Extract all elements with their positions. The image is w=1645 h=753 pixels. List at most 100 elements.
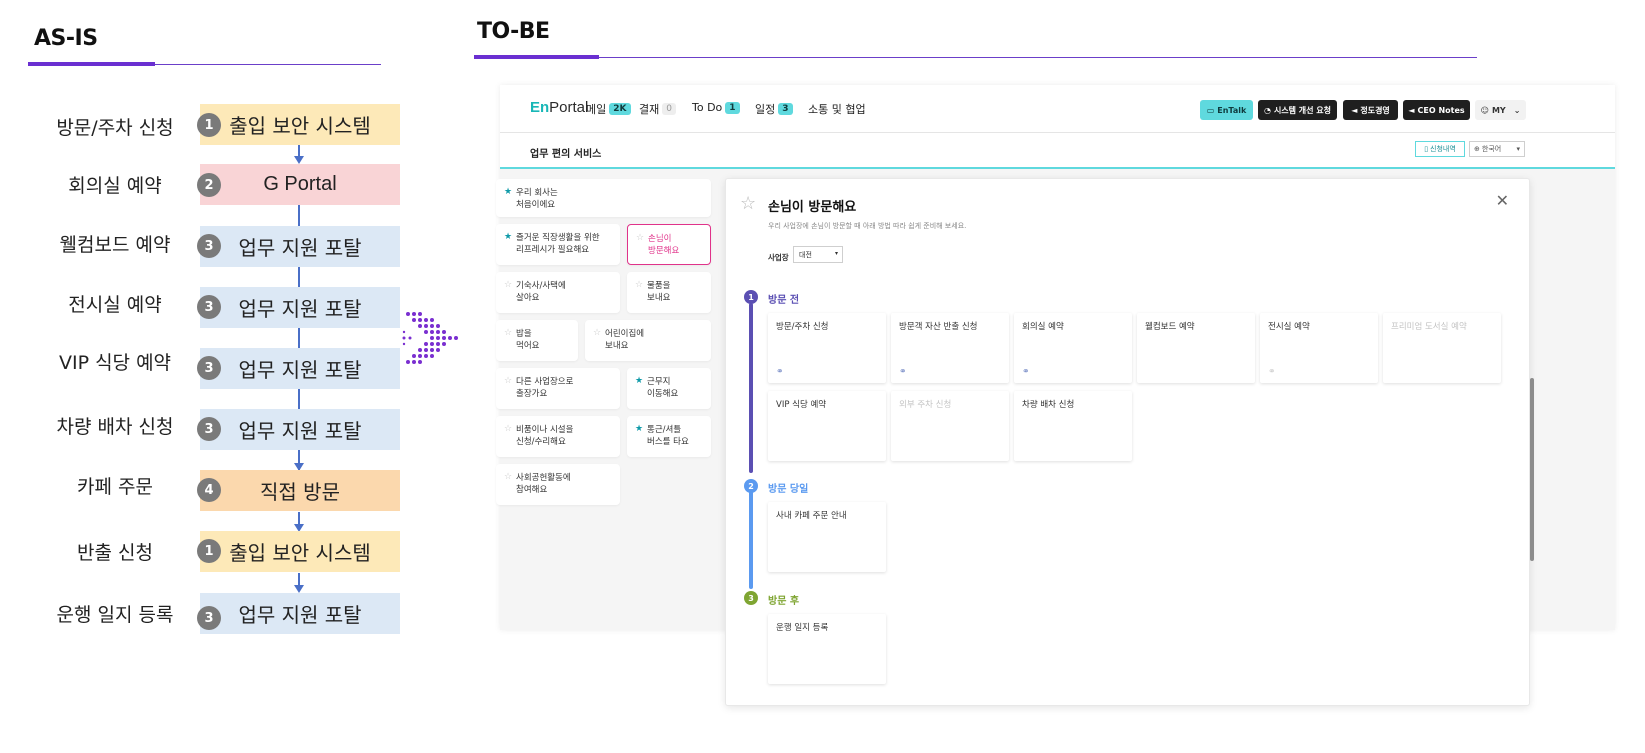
as-is-label: 웰컴보드 예약 (59, 234, 171, 256)
step-progress-line (749, 489, 753, 589)
step-number: 1 (744, 290, 758, 304)
service-tile[interactable]: 운행 일지 등록 (768, 614, 886, 684)
as-is-underline-accent (28, 62, 155, 66)
nav-todo[interactable]: To Do 1 (692, 101, 740, 114)
panel-description: 우리 사업장에 손님이 방문할 때 아래 방법 따라 쉽게 준비해 보세요. (768, 222, 967, 230)
as-is-label: VIP 식당 예약 (58, 352, 172, 374)
as-is-number-badge: 3 (197, 234, 221, 258)
service-card[interactable]: ☆ 밥을 먹어요 (496, 320, 578, 361)
step-progress-line (749, 303, 753, 473)
service-tile[interactable]: 방문/주차 신청 ⚭ (768, 313, 886, 383)
service-tile-disabled: 외부 주차 신청 (891, 391, 1009, 461)
star-icon[interactable]: ☆ (635, 279, 643, 291)
panel-title: 손님이 방문해요 (768, 200, 857, 215)
document-icon: ▯ (1424, 145, 1429, 153)
megaphone-icon: ◄ (1351, 105, 1358, 115)
as-is-label: 전시실 예약 (68, 294, 162, 316)
todo-count-badge: 1 (725, 101, 740, 114)
nav-schedule[interactable]: 일정 3 (755, 101, 793, 117)
megaphone-icon: ◄ (1408, 105, 1415, 115)
service-tile[interactable]: 방문객 자산 반출 신청 ⚭ (891, 313, 1009, 383)
service-tile[interactable]: 전시실 예약 ⚭ (1260, 313, 1378, 383)
to-be-title: TO-BE (477, 19, 550, 44)
approval-count-badge: 0 (662, 103, 676, 115)
system-improve-button[interactable]: ◔ 시스템 개선 요청 (1258, 100, 1337, 120)
close-icon[interactable]: ✕ (1496, 191, 1509, 210)
as-is-label: 방문/주차 신청 (56, 117, 174, 139)
star-icon[interactable]: ☆ (504, 423, 512, 435)
as-is-title: AS-IS (34, 26, 98, 51)
star-icon[interactable]: ★ (635, 423, 643, 435)
step-number: 2 (744, 479, 758, 493)
panel-scrollbar[interactable] (1530, 378, 1534, 561)
chevron-down-icon: ▾ (1516, 145, 1520, 153)
service-tile[interactable]: 사내 카페 주문 안내 (768, 502, 886, 572)
my-menu-button[interactable]: ☺ MY ⌄ (1475, 100, 1526, 120)
star-icon[interactable]: ☆ (504, 375, 512, 387)
service-card[interactable]: ☆ 비품이나 시설을 신청/수리해요 (496, 416, 620, 457)
as-is-system: 업무 지원 포탈 (200, 348, 400, 389)
service-tile[interactable]: 차량 배차 신청 (1014, 391, 1132, 461)
nav-mail[interactable]: 메일 2K (586, 101, 631, 117)
enportal-logo[interactable]: EnPortal (530, 99, 588, 116)
as-is-system: G Portal (200, 164, 400, 205)
service-card[interactable]: ☆ 기숙사/사택에 살아요 (496, 272, 620, 313)
service-tile[interactable]: 회의실 예약 ⚭ (1014, 313, 1132, 383)
step-title: 방문 후 (768, 596, 800, 607)
as-is-label: 반출 신청 (77, 542, 153, 564)
headset-icon: ◔ (1263, 105, 1271, 115)
to-be-underline (474, 57, 1477, 58)
service-title: 업무 편의 서비스 (530, 149, 602, 160)
as-is-label: 운행 일지 등록 (56, 604, 174, 626)
request-history-button[interactable]: ▯ 신청내역 (1415, 141, 1465, 157)
transition-arrow-icon (402, 312, 458, 364)
star-icon[interactable]: ☆ (504, 327, 512, 339)
entalk-button[interactable]: ▭ EnTalk (1200, 100, 1253, 120)
service-card[interactable]: ☆ 어린이집에 보내요 (585, 320, 711, 361)
mail-count-badge: 2K (609, 103, 631, 115)
service-card[interactable]: ★ 통근/셔틀 버스를 타요 (627, 416, 711, 457)
star-icon[interactable]: ☆ (504, 471, 512, 483)
step-number: 3 (744, 591, 758, 605)
service-card[interactable]: ☆ 사회공헌활동에 참여해요 (496, 464, 620, 505)
service-tile[interactable]: VIP 식당 예약 (768, 391, 886, 461)
service-card[interactable]: ☆ 물품을 보내요 (627, 272, 711, 313)
link-icon[interactable]: ⚭ (776, 367, 784, 377)
as-is-number-badge: 4 (197, 478, 221, 502)
link-icon[interactable]: ⚭ (1268, 367, 1276, 377)
service-card[interactable]: ★ 근무지 이동해요 (627, 368, 711, 409)
as-is-system: 업무 지원 포탈 (200, 593, 400, 634)
nav-communication[interactable]: 소통 및 협업 (808, 101, 866, 117)
star-icon[interactable]: ★ (504, 231, 512, 243)
as-is-number-badge: 3 (197, 356, 221, 380)
star-icon[interactable]: ☆ (504, 279, 512, 291)
step-title: 방문 당일 (768, 484, 809, 495)
globe-icon: ⊕ (1474, 145, 1480, 153)
language-select[interactable]: ⊕ 한국어 ▾ (1469, 141, 1525, 157)
service-card[interactable]: ☆ 다른 사업장으로 출장가요 (496, 368, 620, 409)
nav-approval[interactable]: 결재 0 (639, 101, 676, 117)
link-icon[interactable]: ⚭ (899, 367, 907, 377)
star-icon[interactable]: ☆ (636, 232, 644, 244)
star-icon[interactable]: ★ (635, 375, 643, 387)
as-is-label: 차량 배차 신청 (56, 416, 174, 438)
star-icon[interactable]: ☆ (593, 327, 601, 339)
service-card-visitor-selected[interactable]: ☆ 손님이 방문해요 (627, 224, 711, 265)
as-is-system: 직접 방문 (200, 470, 400, 511)
service-tile[interactable]: 웰컴보드 예약 (1137, 313, 1255, 383)
site-label: 사업장 (768, 253, 789, 262)
step-title: 방문 전 (768, 295, 800, 306)
schedule-count-badge: 3 (778, 103, 793, 115)
service-card[interactable]: ★ 즐거운 직장생활을 위한 리프레시가 필요해요 (496, 224, 620, 265)
star-icon[interactable]: ★ (504, 186, 512, 198)
ceo-notes-button[interactable]: ◄ CEO Notes (1403, 100, 1470, 120)
star-icon[interactable]: ☆ (740, 193, 756, 214)
site-select[interactable]: 대전 ▾ (793, 246, 843, 263)
flow-connector (298, 144, 300, 156)
as-is-system: 업무 지원 포탈 (200, 287, 400, 328)
service-subbar: 업무 편의 서비스 ▯ 신청내역 ⊕ 한국어 ▾ (500, 133, 1615, 169)
link-icon[interactable]: ⚭ (1022, 367, 1030, 377)
ethics-button[interactable]: ◄ 정도경영 (1343, 100, 1398, 120)
top-navigation-bar: EnPortal 메일 2K 결재 0 To Do 1 일정 3 소통 및 협업 ▭ En… (500, 85, 1615, 133)
service-card[interactable]: ★ 우리 회사는 처음이에요 (496, 179, 711, 217)
